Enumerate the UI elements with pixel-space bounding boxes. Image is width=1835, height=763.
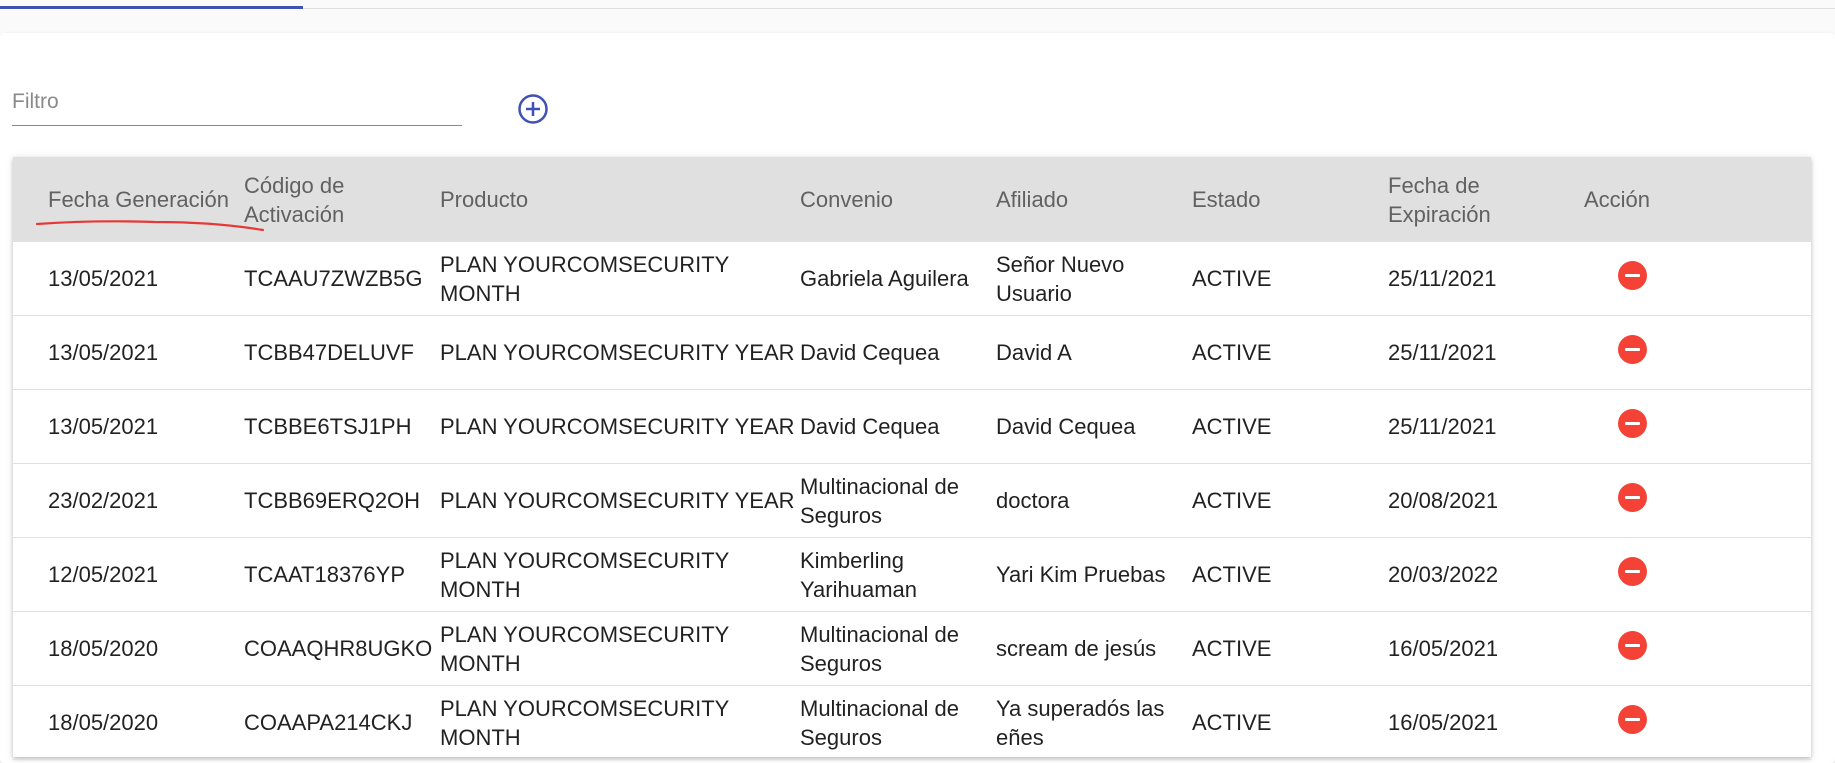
table-row: 13/05/2021 TCBBE6TSJ1PH PLAN YOURCOMSECU… [13, 389, 1811, 464]
tab-bar [0, 0, 1835, 10]
cell-producto: PLAN YOURCOMSECURITY MONTH [440, 611, 800, 686]
cell-convenio: Gabriela Aguilera [800, 242, 996, 316]
cell-accion [1584, 611, 1811, 686]
cell-accion [1584, 389, 1811, 464]
cell-producto: PLAN YOURCOMSECURITY YEAR [440, 463, 800, 538]
cell-convenio: Multinacional de Seguros [800, 611, 996, 686]
cell-accion [1584, 242, 1811, 316]
table-row: 12/05/2021 TCAAT18376YP PLAN YOURCOMSECU… [13, 537, 1811, 612]
cell-afiliado: scream de jesús [996, 611, 1192, 686]
header-afiliado[interactable]: Afiliado [996, 157, 1192, 242]
cell-convenio: Kimberling Yarihuaman [800, 537, 996, 612]
cell-producto: PLAN YOURCOMSECURITY MONTH [440, 685, 800, 760]
cell-codigo: COAAQHR8UGKO [244, 611, 440, 686]
cell-expiracion: 25/11/2021 [1388, 315, 1584, 390]
cell-expiracion: 25/11/2021 [1388, 389, 1584, 464]
cell-fecha: 18/05/2020 [13, 685, 244, 760]
header-fecha-expiracion[interactable]: Fecha de Expiración [1388, 157, 1584, 242]
cell-codigo: TCBB69ERQ2OH [244, 463, 440, 538]
cell-estado: ACTIVE [1192, 242, 1388, 316]
minus-circle-icon[interactable] [1618, 630, 1647, 660]
minus-circle-icon[interactable] [1618, 260, 1647, 290]
table-row: 18/05/2020 COAAPA214CKJ PLAN YOURCOMSECU… [13, 685, 1811, 760]
header-convenio[interactable]: Convenio [800, 157, 996, 242]
cell-convenio: Multinacional de Seguros [800, 463, 996, 538]
cell-producto: PLAN YOURCOMSECURITY YEAR [440, 315, 800, 390]
table-row: 13/05/2021 TCAAU7ZWZB5G PLAN YOURCOMSECU… [13, 242, 1811, 316]
cell-estado: ACTIVE [1192, 685, 1388, 760]
cell-fecha: 18/05/2020 [13, 611, 244, 686]
cell-codigo: TCAAT18376YP [244, 537, 440, 612]
table-header-row: Fecha Generación Código de Activación Pr… [13, 157, 1811, 242]
cell-fecha: 12/05/2021 [13, 537, 244, 612]
cell-producto: PLAN YOURCOMSECURITY MONTH [440, 537, 800, 612]
cell-afiliado: David Cequea [996, 389, 1192, 464]
cell-producto: PLAN YOURCOMSECURITY MONTH [440, 242, 800, 316]
table-row: 23/02/2021 TCBB69ERQ2OH PLAN YOURCOMSECU… [13, 463, 1811, 538]
cell-expiracion: 20/08/2021 [1388, 463, 1584, 538]
cell-convenio: Multinacional de Seguros [800, 685, 996, 760]
cell-producto: PLAN YOURCOMSECURITY YEAR [440, 389, 800, 464]
minus-circle-icon[interactable] [1618, 482, 1647, 512]
header-producto[interactable]: Producto [440, 157, 800, 242]
table-row: 18/05/2020 COAAQHR8UGKO PLAN YOURCOMSECU… [13, 611, 1811, 686]
cell-afiliado: doctora [996, 463, 1192, 538]
cell-estado: ACTIVE [1192, 611, 1388, 686]
cell-estado: ACTIVE [1192, 389, 1388, 464]
add-button[interactable] [516, 92, 550, 126]
cell-afiliado: Yari Kim Pruebas [996, 537, 1192, 612]
filter-input[interactable] [12, 86, 462, 126]
minus-circle-icon[interactable] [1618, 704, 1647, 734]
activation-codes-table: Fecha Generación Código de Activación Pr… [13, 157, 1811, 760]
header-fecha-generacion[interactable]: Fecha Generación [13, 157, 244, 242]
filter-field[interactable] [12, 86, 462, 126]
cell-estado: ACTIVE [1192, 315, 1388, 390]
cell-accion [1584, 537, 1811, 612]
active-tab-indicator [0, 6, 303, 9]
cell-afiliado: Ya superadós las eñes [996, 685, 1192, 760]
cell-expiracion: 16/05/2021 [1388, 611, 1584, 686]
header-accion: Acción [1584, 157, 1811, 242]
plus-circle-icon [518, 94, 548, 124]
header-codigo-activacion[interactable]: Código de Activación [244, 157, 440, 242]
cell-fecha: 23/02/2021 [13, 463, 244, 538]
cell-accion [1584, 463, 1811, 538]
cell-expiracion: 20/03/2022 [1388, 537, 1584, 612]
minus-circle-icon[interactable] [1618, 556, 1647, 586]
cell-convenio: David Cequea [800, 389, 996, 464]
cell-estado: ACTIVE [1192, 463, 1388, 538]
cell-afiliado: David A [996, 315, 1192, 390]
table-row: 13/05/2021 TCBB47DELUVF PLAN YOURCOMSECU… [13, 315, 1811, 390]
cell-convenio: David Cequea [800, 315, 996, 390]
cell-expiracion: 25/11/2021 [1388, 242, 1584, 316]
cell-accion [1584, 315, 1811, 390]
cell-estado: ACTIVE [1192, 537, 1388, 612]
cell-fecha: 13/05/2021 [13, 242, 244, 316]
cell-afiliado: Señor Nuevo Usuario [996, 242, 1192, 316]
cell-fecha: 13/05/2021 [13, 389, 244, 464]
cell-expiracion: 16/05/2021 [1388, 685, 1584, 760]
cell-codigo: TCAAU7ZWZB5G [244, 242, 440, 316]
cell-codigo: TCBB47DELUVF [244, 315, 440, 390]
cell-accion [1584, 685, 1811, 760]
minus-circle-icon[interactable] [1618, 334, 1647, 364]
cell-codigo: COAAPA214CKJ [244, 685, 440, 760]
minus-circle-icon[interactable] [1618, 408, 1647, 438]
cell-fecha: 13/05/2021 [13, 315, 244, 390]
cell-codigo: TCBBE6TSJ1PH [244, 389, 440, 464]
header-estado[interactable]: Estado [1192, 157, 1388, 242]
